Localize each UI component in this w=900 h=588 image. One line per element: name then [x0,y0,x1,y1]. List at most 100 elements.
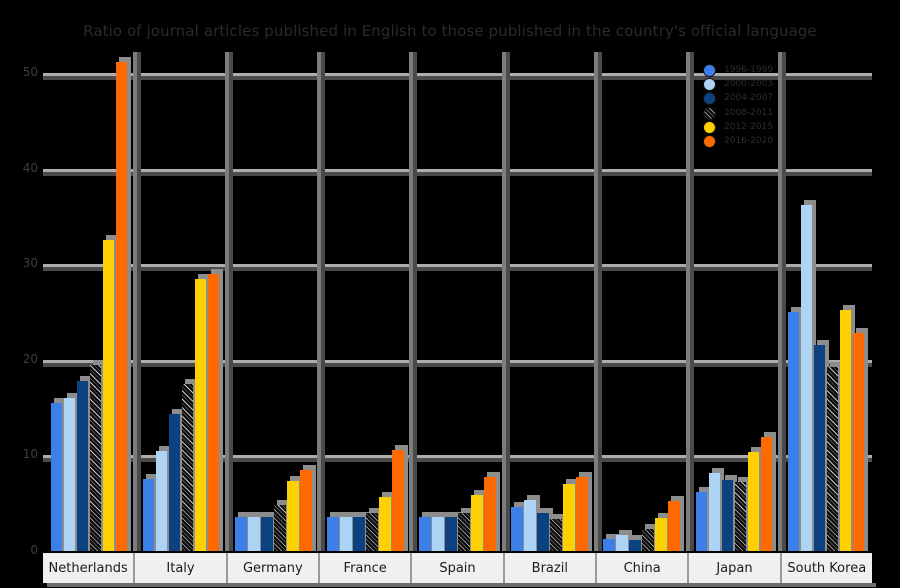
bar-italy-2012-2015 [194,273,211,551]
legend-item-1996-1999[interactable]: 1996-1999 [703,64,798,78]
bar-germany-2004-2007 [261,511,277,551]
bar-china-2012-2015 [655,512,671,551]
bar-brazil-2008-2011 [550,513,566,551]
bar-germany-2016-2020 [300,464,316,551]
legend-label-2008-2011: 2008-2011 [724,107,774,118]
bar-japan-2004-2007 [721,475,738,551]
x-axis-label-netherlands[interactable]: Netherlands [43,553,136,583]
legend-swatch-2000-2003 [703,78,716,92]
gridline-v-shadow [505,52,510,551]
bar-netherlands-1996-1999 [50,397,67,551]
x-axis-label-france[interactable]: France [319,553,413,583]
gridline-v-shadow [321,52,326,551]
bar-group-south-korea [787,52,869,551]
bar-brazil-1996-1999 [511,502,527,551]
bar-brazil-2004-2007 [537,507,553,551]
bar-group-italy [142,52,224,551]
bar-south-korea-2016-2020 [852,328,869,551]
bar-france-2000-2003 [340,511,356,551]
bar-china-2008-2011 [642,524,658,551]
bar-netherlands-2012-2015 [102,235,119,551]
bar-china-2004-2007 [629,534,645,551]
bar-spain-2004-2007 [445,511,461,551]
bar-china-2016-2020 [668,496,684,551]
bar-side-shadow [403,444,408,551]
chart-root: Ratio of journal articles published in E… [0,0,900,588]
bar-spain-2016-2020 [484,472,500,551]
legend-item-2000-2003[interactable]: 2000-2003 [703,78,798,92]
x-axis-label-germany[interactable]: Germany [227,553,320,583]
legend-label-2012-2015: 2012-2015 [724,121,774,132]
bar-italy-2008-2011 [181,378,198,551]
bar-germany-2012-2015 [287,476,303,551]
x-axis-shadow [47,583,876,587]
legend-swatch-2004-2007 [703,92,716,106]
legend-swatch-2008-2011 [703,106,716,120]
legend-label-2000-2003: 2000-2003 [724,79,774,90]
bar-italy-2000-2003 [155,445,172,551]
legend-swatch-1996-1999 [703,64,716,77]
gridline-v [133,52,142,551]
bar-brazil-2012-2015 [563,479,579,551]
legend-item-2008-2011[interactable]: 2008-2011 [703,106,798,121]
bar-south-korea-2000-2003 [800,199,817,551]
x-axis-country-strip: Netherlands Italy Germany France Spain Brazil… [43,553,872,583]
bar-group-china [603,52,684,551]
gridline-v [593,52,602,551]
y-axis-tick-10: 10 [22,447,38,462]
bar-france-1996-1999 [327,511,343,551]
bar-south-korea-2012-2015 [839,305,856,551]
bar-side-shadow [219,268,224,551]
x-axis-label-brazil[interactable]: Brazil [504,553,597,583]
legend-label-1996-1999: 1996-1999 [724,65,774,75]
bar-netherlands-2000-2003 [63,393,80,551]
y-axis-tick-40: 40 [22,160,38,175]
chart-title: Ratio of journal articles published in E… [83,22,817,40]
legend-item-2012-2015[interactable]: 2012-2015 [703,120,798,135]
bar-spain-2000-2003 [432,511,448,551]
bar-france-2012-2015 [379,491,395,551]
bar-japan-2008-2011 [734,477,751,551]
gridline-v [409,52,418,551]
bar-south-korea-2008-2011 [826,361,843,551]
x-axis-label-spain[interactable]: Spain [412,553,505,583]
bar-brazil-2016-2020 [576,472,592,551]
legend-item-2016-2020[interactable]: 2016-2020 [703,134,798,149]
x-axis-label-south-korea[interactable]: South Korea [781,553,872,583]
legend-swatch-2012-2015 [703,120,716,134]
x-axis-label-italy[interactable]: Italy [135,553,228,583]
bar-netherlands-2016-2020 [115,56,132,551]
x-axis-label-china[interactable]: China [596,553,690,583]
gridline-v-shadow [229,52,234,551]
bar-group-brazil [511,52,592,551]
bar-france-2008-2011 [366,507,382,551]
x-axis-label-japan[interactable]: Japan [689,553,782,583]
bar-germany-2008-2011 [274,500,290,551]
legend-label-2004-2007: 2004-2007 [724,93,774,104]
y-axis-tick-20: 20 [22,351,38,366]
legend-item-2004-2007[interactable]: 2004-2007 [703,92,798,106]
bar-germany-1996-1999 [235,511,251,551]
bar-japan-1996-1999 [695,486,712,551]
bar-side-shadow [587,472,592,551]
gridline-v [225,52,234,551]
y-axis-tick-50: 50 [22,65,38,79]
gridline-v [501,52,510,551]
bar-group-germany [235,52,316,551]
y-axis-tick-30: 30 [22,256,38,271]
bar-group-france [327,52,408,551]
bar-side-shadow [772,432,777,551]
bar-italy-1996-1999 [142,474,159,551]
bar-japan-2016-2020 [760,432,777,551]
bar-south-korea-2004-2007 [813,340,830,551]
bar-netherlands-2004-2007 [76,375,93,551]
gridline-v [317,52,326,551]
gridline-v [685,52,694,551]
bar-side-shadow [311,464,316,551]
chart-legend: 1996-1999 2000-2003 2004-2007 2008-2011 2012… [703,64,798,149]
bar-japan-2012-2015 [747,446,764,551]
bar-group-spain [419,52,500,551]
bar-germany-2000-2003 [248,511,264,551]
bar-side-shadow [495,472,500,551]
bar-france-2016-2020 [392,444,408,551]
